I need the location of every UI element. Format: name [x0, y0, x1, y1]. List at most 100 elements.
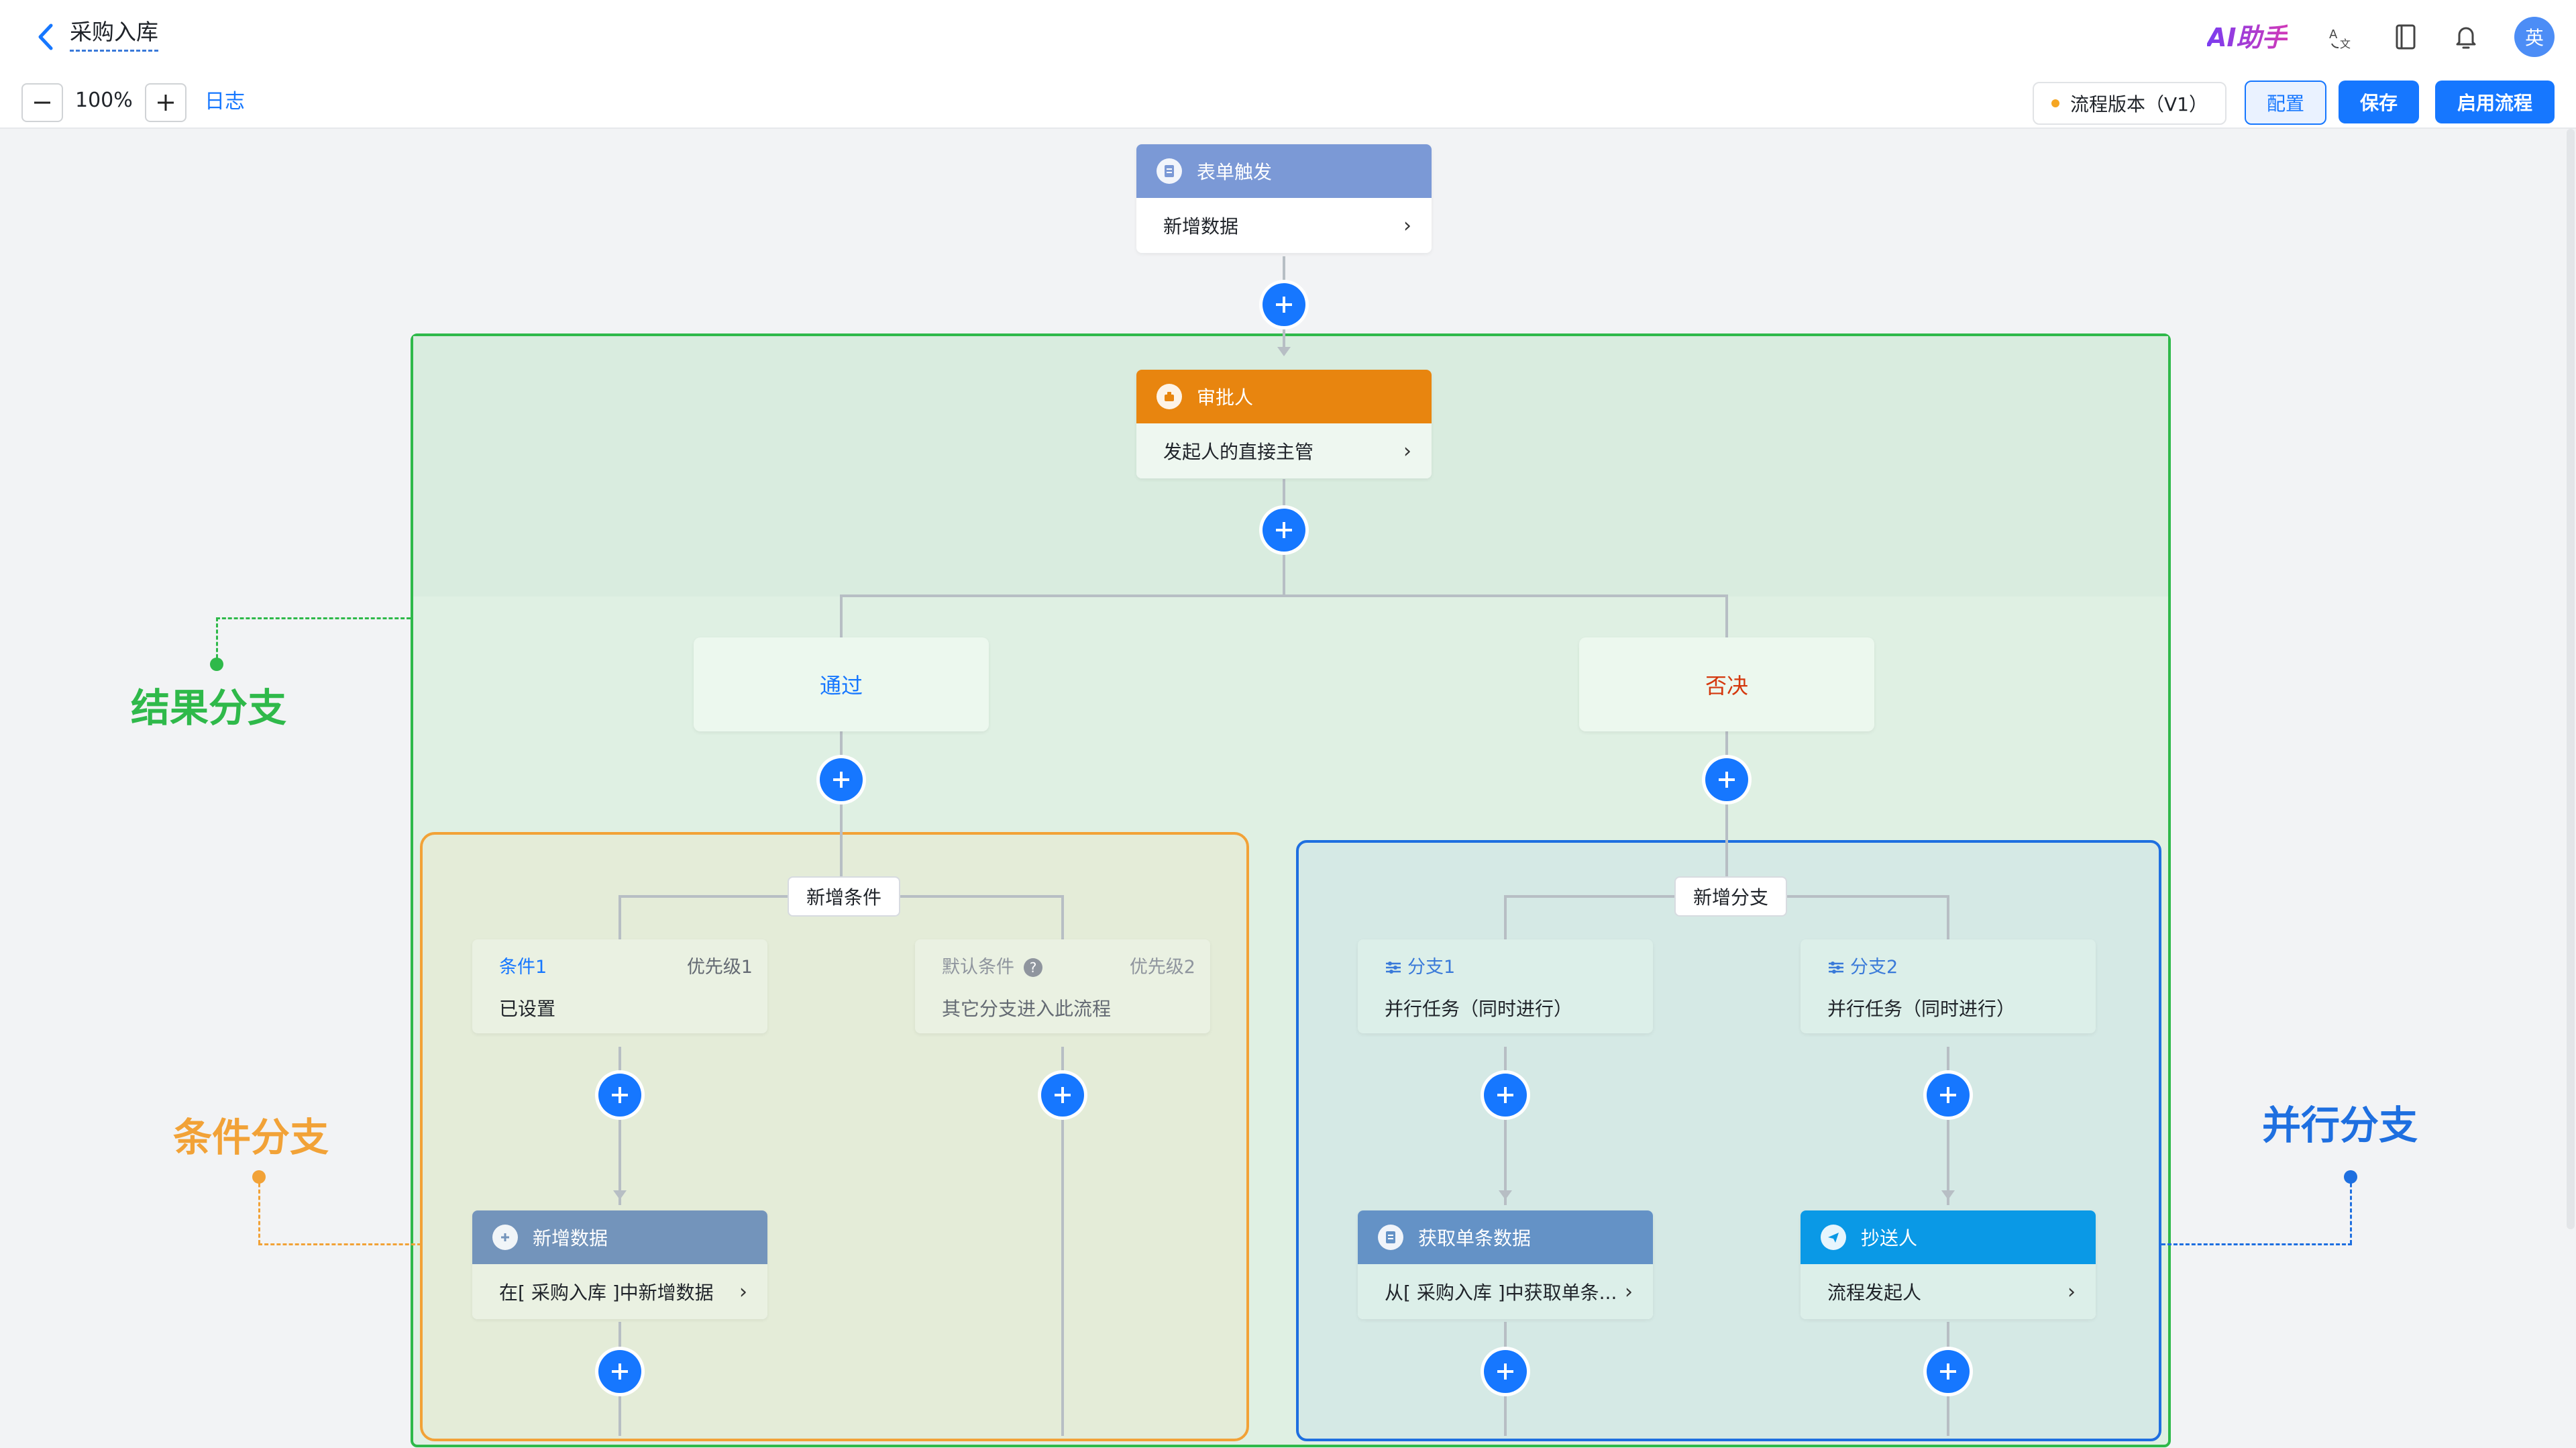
connector-line: [840, 594, 843, 637]
ai-assistant-button[interactable]: AI助手: [2207, 21, 2288, 54]
parallel-branch-card-2[interactable]: 分支2 并行任务（同时进行）: [1801, 939, 2096, 1033]
log-link[interactable]: 日志: [205, 89, 245, 115]
add-node-button[interactable]: [598, 1350, 641, 1393]
get-data-node[interactable]: 获取单条数据 从[ 采购入库 ]中获取单条... ›: [1358, 1210, 1653, 1319]
add-node-button[interactable]: [598, 1074, 641, 1117]
condition-name: 条件1: [499, 957, 547, 978]
add-node-button[interactable]: [1041, 1074, 1084, 1117]
annotation-leader-line: [258, 1177, 260, 1244]
chevron-right-icon: ›: [2068, 1280, 2076, 1304]
annotation-leader-line: [258, 1243, 421, 1245]
trigger-node-body: 新增数据 ›: [1136, 198, 1432, 253]
annotation-result-branch: 结果分支: [131, 685, 287, 731]
chevron-right-icon: ›: [1403, 439, 1411, 463]
version-selector[interactable]: 流程版本（V1）: [2033, 82, 2226, 125]
add-node-button[interactable]: [1927, 1074, 1970, 1117]
arrow-down-icon: [1277, 347, 1291, 356]
annotation-parallel-branch: 并行分支: [2262, 1102, 2418, 1148]
connector-line: [1947, 1047, 1949, 1205]
trigger-node-header: 表单触发: [1136, 144, 1432, 198]
config-button[interactable]: 配置: [2245, 81, 2326, 125]
connector-line: [840, 594, 1727, 597]
zoom-level: 100%: [75, 89, 133, 112]
top-bar: [0, 0, 2576, 74]
chevron-right-icon: ›: [1403, 213, 1411, 238]
trigger-node-title: 表单触发: [1197, 161, 1273, 183]
add-node-button[interactable]: [1484, 1350, 1527, 1393]
send-icon: [1821, 1225, 1846, 1250]
cc-node-header: 抄送人: [1801, 1210, 2096, 1264]
default-condition-card[interactable]: 默认条件 ? 优先级2 其它分支进入此流程: [915, 939, 1210, 1033]
add-data-node[interactable]: 新增数据 在[ 采购入库 ]中新增数据 ›: [472, 1210, 767, 1319]
add-branch-button[interactable]: 新增分支: [1674, 876, 1788, 917]
connector-line: [1504, 1047, 1507, 1205]
connector-line: [1061, 895, 1064, 939]
add-node-button[interactable]: [1705, 758, 1748, 801]
zoom-in-button[interactable]: [145, 83, 186, 122]
connector-line: [1947, 895, 1949, 939]
cc-node-body: 流程发起人 ›: [1801, 1264, 2096, 1319]
trigger-node-desc: 新增数据: [1163, 215, 1239, 238]
help-icon[interactable]: ?: [1024, 958, 1042, 977]
approver-node-header: 审批人: [1136, 370, 1432, 423]
connector-line: [619, 1047, 621, 1205]
svg-text:A: A: [2329, 28, 2338, 42]
chevron-right-icon: ›: [739, 1280, 747, 1304]
arrow-down-icon: [1499, 1190, 1512, 1200]
add-data-node-desc: 在[ 采购入库 ]中新增数据: [499, 1282, 714, 1304]
annotation-leader-line: [2350, 1177, 2352, 1244]
reject-branch-card[interactable]: 否决: [1579, 637, 1874, 731]
parallel-branch-region: [1296, 840, 2161, 1441]
enable-flow-button[interactable]: 启用流程: [2435, 81, 2555, 123]
approver-node-title: 审批人: [1197, 386, 1254, 409]
cc-node[interactable]: 抄送人 流程发起人 ›: [1801, 1210, 2096, 1319]
add-data-node-body: 在[ 采购入库 ]中新增数据 ›: [472, 1264, 767, 1319]
back-arrow-icon[interactable]: [32, 20, 59, 54]
vertical-scrollbar[interactable]: [2567, 129, 2575, 1229]
svg-text:文: 文: [2340, 38, 2351, 50]
connector-line: [1725, 594, 1728, 637]
add-data-node-header: 新增数据: [472, 1210, 767, 1264]
connector-line: [1725, 731, 1728, 884]
annotation-leader-line: [2161, 1243, 2352, 1245]
connector-line: [1504, 895, 1507, 939]
add-node-button[interactable]: [1263, 509, 1305, 552]
approver-node-body: 发起人的直接主管 ›: [1136, 423, 1432, 478]
pass-branch-card[interactable]: 通过: [694, 637, 989, 731]
version-status-dot: [2051, 99, 2059, 107]
save-button[interactable]: 保存: [2339, 81, 2419, 123]
default-condition-priority: 优先级2: [1129, 957, 1195, 978]
approver-node[interactable]: 审批人 发起人的直接主管 ›: [1136, 370, 1432, 478]
user-avatar[interactable]: 英: [2514, 17, 2555, 57]
arrow-down-icon: [1941, 1190, 1955, 1200]
default-condition-name: 默认条件: [942, 957, 1014, 978]
condition-branch-region: [420, 832, 1249, 1441]
approver-icon: [1157, 384, 1182, 409]
branch-icon: [1829, 962, 1843, 974]
form-icon: [1157, 158, 1182, 184]
add-node-button[interactable]: [820, 758, 863, 801]
add-condition-button[interactable]: 新增条件: [788, 876, 901, 917]
connector-line: [619, 895, 621, 939]
plus-circle-icon: [492, 1225, 518, 1250]
chevron-right-icon: ›: [1625, 1280, 1633, 1304]
bell-icon[interactable]: [2447, 18, 2485, 56]
get-data-node-title: 获取单条数据: [1418, 1227, 1532, 1249]
zoom-out-button[interactable]: [21, 83, 63, 122]
add-node-button[interactable]: [1927, 1350, 1970, 1393]
parallel-branch-name: 分支1: [1407, 957, 1456, 978]
condition-priority: 优先级1: [686, 957, 753, 978]
add-node-button[interactable]: [1484, 1074, 1527, 1117]
connector-line: [840, 731, 843, 884]
condition-card-1[interactable]: 条件1 优先级1 已设置: [472, 939, 767, 1033]
add-node-button[interactable]: [1263, 283, 1305, 326]
book-icon[interactable]: [2387, 18, 2424, 56]
parallel-branch-card-1[interactable]: 分支1 并行任务（同时进行）: [1358, 939, 1653, 1033]
parallel-branch-name: 分支2: [1850, 957, 1898, 978]
version-label: 流程版本（V1）: [2070, 93, 2208, 115]
trigger-node[interactable]: 表单触发 新增数据 ›: [1136, 144, 1432, 253]
translate-icon[interactable]: A文: [2322, 18, 2360, 56]
page-title[interactable]: 采购入库: [70, 19, 158, 52]
get-data-node-desc: 从[ 采购入库 ]中获取单条...: [1385, 1282, 1617, 1304]
add-data-node-title: 新增数据: [533, 1227, 608, 1249]
